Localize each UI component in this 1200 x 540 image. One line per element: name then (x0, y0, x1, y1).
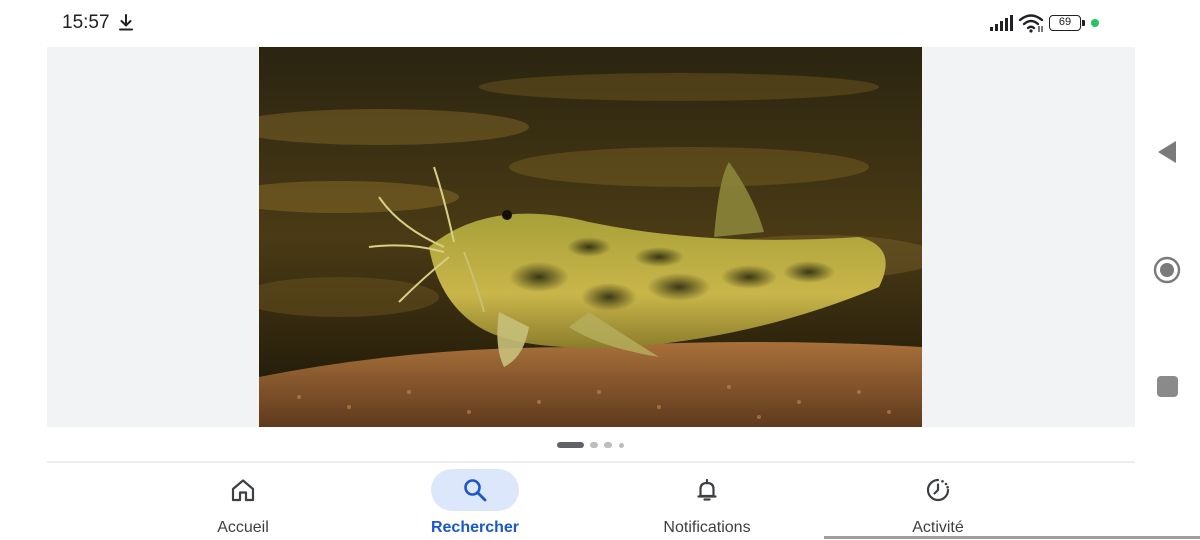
gesture-handle[interactable] (824, 536, 1200, 539)
bottom-navigation: Accueil Rechercher Notifications Activit… (0, 463, 1200, 540)
photo-illustration (259, 47, 922, 427)
nav-label-accueil: Accueil (217, 519, 269, 536)
home-icon (231, 479, 255, 502)
battery-level: 69 (1049, 15, 1081, 31)
status-time: 15:57 (62, 12, 110, 33)
recents-icon[interactable] (1157, 376, 1178, 397)
nav-item-rechercher[interactable]: Rechercher (375, 463, 575, 540)
wifi-icon (1018, 14, 1044, 33)
nav-item-activite[interactable]: Activité (838, 463, 1038, 540)
carousel-pager[interactable] (557, 441, 627, 449)
nav-label-rechercher: Rechercher (430, 519, 520, 536)
image-carousel[interactable] (47, 47, 1135, 427)
search-icon (464, 479, 487, 502)
nav-item-notifications[interactable]: Notifications (607, 463, 807, 540)
activity-icon (926, 478, 950, 502)
back-icon[interactable] (1156, 140, 1178, 164)
battery-icon: 69 (1049, 15, 1085, 31)
nav-label-notifications: Notifications (663, 519, 751, 536)
nav-item-accueil[interactable]: Accueil (143, 463, 343, 540)
nav-label-activite: Activité (912, 519, 964, 536)
signal-icon (990, 15, 1013, 31)
pager-dot[interactable] (590, 442, 598, 448)
catfish-photo[interactable] (259, 47, 922, 427)
download-icon (119, 14, 133, 31)
pager-dot[interactable] (604, 442, 612, 448)
status-bar: 15:57 69 (0, 0, 1200, 46)
home-circle-icon[interactable] (1153, 256, 1181, 284)
bell-icon (697, 478, 717, 501)
pager-dot[interactable] (619, 443, 624, 448)
pager-dot-active[interactable] (557, 442, 584, 448)
privacy-indicator-dot (1091, 19, 1099, 27)
